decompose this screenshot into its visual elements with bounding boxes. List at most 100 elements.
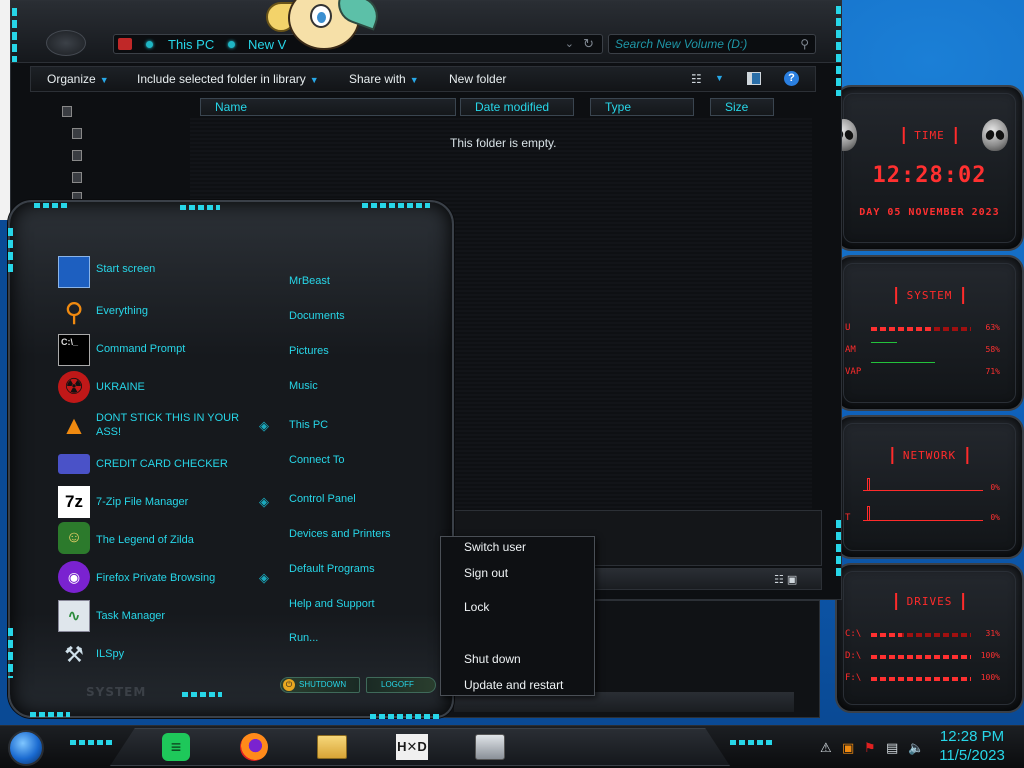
view-options-icon[interactable]: ☷ [691, 72, 702, 86]
logoff-button[interactable]: LOGOFF [366, 677, 436, 693]
zelda-icon: ☺ [58, 522, 90, 554]
start-accent-bottom-mid [182, 692, 222, 697]
submenu-arrow-icon[interactable]: ◈ [259, 571, 272, 584]
drive-label: D:\ [845, 651, 862, 661]
taskbar-accent-right [730, 740, 774, 745]
flag-icon[interactable]: ⚑ [864, 740, 876, 756]
vlc-cone-icon: ▲ [61, 409, 87, 440]
share-with-button[interactable]: Share with ▼ [349, 72, 419, 86]
taskbar-app-notes[interactable]: ≡ [158, 731, 194, 763]
nav-item[interactable] [72, 126, 182, 142]
app-tray-icon[interactable]: ▣ [842, 740, 854, 756]
drive-d-bar [871, 655, 971, 659]
shutdown-label: SHUTDOWN [299, 680, 347, 689]
start-item-vlc[interactable]: ▲ DONT STICK THIS IN YOUR ASS! [58, 409, 278, 443]
alien-right-icon [982, 119, 1008, 151]
taskbar-clock-date[interactable]: 11/5/2023 [936, 747, 1008, 764]
cmd-icon: C:\_ [58, 334, 90, 366]
menu-shut-down[interactable]: Shut down [441, 649, 594, 671]
start-item-everything[interactable]: ⚲ Everything [58, 296, 278, 330]
time-gadget[interactable]: TIME 12:28:02 DAY 05 NOVEMBER 2023 [835, 85, 1024, 251]
place-mrbeast[interactable]: MrBeast [289, 275, 330, 287]
start-accent-bottom-right [370, 714, 440, 719]
system-gadget[interactable]: SYSTEM U 63% AM 58% VAP 71% [835, 255, 1024, 411]
system-tray: ⚠ ▣ ⚑ ▤ 🔈 [820, 740, 930, 756]
help-icon[interactable]: ? [784, 71, 799, 86]
place-control-panel[interactable]: Control Panel [289, 493, 356, 505]
start-item-credit-card-checker[interactable]: CREDIT CARD CHECKER [58, 448, 278, 482]
column-type[interactable]: Type [590, 98, 694, 116]
column-size[interactable]: Size [710, 98, 774, 116]
network-icon[interactable]: ▤ [886, 740, 898, 756]
start-item-task-manager[interactable]: ∿ Task Manager [58, 600, 278, 634]
view-toggle-icons[interactable]: ☷ ▣ [774, 573, 797, 586]
system-row-label: U [845, 323, 851, 333]
preview-pane-icon[interactable] [747, 72, 761, 85]
system-row-label: VAP [845, 367, 862, 377]
column-name[interactable]: Name [200, 98, 456, 116]
include-library-button[interactable]: Include selected folder in library ▼ [137, 72, 319, 86]
nav-item[interactable] [72, 170, 182, 186]
place-this-pc[interactable]: This PC [289, 419, 328, 431]
menu-switch-user[interactable]: Switch user [441, 537, 594, 559]
start-item-firefox-private[interactable]: ◉ Firefox Private Browsing [58, 561, 278, 595]
start-item-label: UKRAINE [96, 381, 145, 393]
character-sticker [266, 0, 386, 54]
taskbar-app-installer[interactable] [472, 731, 508, 763]
refresh-icon[interactable]: ↻ [583, 36, 594, 52]
search-icon[interactable]: ⚲ [800, 37, 809, 51]
column-date-modified[interactable]: Date modified [460, 98, 574, 116]
menu-lock[interactable]: Lock [441, 597, 594, 619]
radiation-icon: ☢ [58, 371, 90, 403]
place-music[interactable]: Music [289, 380, 318, 392]
drives-gadget[interactable]: DRIVES C:\ 31% D:\ 100% F:\ 100% [835, 563, 1024, 713]
chevron-down-icon[interactable]: ⌄ [565, 37, 574, 50]
submenu-arrow-icon[interactable]: ◈ [259, 419, 272, 432]
organize-button[interactable]: Organize ▼ [47, 72, 109, 86]
power-icon: ⏻ [283, 679, 295, 691]
place-run[interactable]: Run... [289, 632, 318, 644]
navigation-pane[interactable] [40, 96, 186, 206]
frame-accent-right [836, 6, 841, 96]
start-button[interactable] [8, 730, 44, 766]
shutdown-button[interactable]: ⏻ SHUTDOWN [280, 677, 360, 693]
start-item-ilspy[interactable]: ⚒ ILSpy [58, 639, 278, 673]
system-row-label: AM [845, 345, 856, 355]
back-forward-button[interactable] [46, 30, 86, 56]
network-gadget[interactable]: NETWORK 0% T 0% [835, 415, 1024, 559]
taskbar-app-firefox[interactable] [236, 731, 272, 763]
place-connect-to[interactable]: Connect To [289, 454, 344, 466]
taskbar-clock-time[interactable]: 12:28 PM [936, 728, 1008, 745]
submenu-arrow-icon[interactable]: ◈ [259, 495, 272, 508]
start-item-start-screen[interactable]: Start screen [58, 256, 278, 290]
start-item-legend-of-zilda[interactable]: ☺ The Legend of Zilda [58, 522, 278, 556]
start-item-7zip[interactable]: 7z 7-Zip File Manager [58, 486, 278, 520]
nav-item[interactable] [62, 104, 172, 120]
place-pictures[interactable]: Pictures [289, 345, 329, 357]
volume-icon[interactable]: 🔈 [908, 740, 924, 756]
taskbar-app-file-explorer[interactable] [314, 731, 350, 763]
chevron-down-icon[interactable]: ▼ [715, 73, 724, 83]
place-documents[interactable]: Documents [289, 310, 345, 322]
place-devices-printers[interactable]: Devices and Printers [289, 528, 391, 540]
nav-item[interactable] [72, 148, 182, 164]
new-folder-button[interactable]: New folder [449, 72, 506, 86]
place-default-programs[interactable]: Default Programs [289, 563, 375, 575]
start-item-ukraine[interactable]: ☢ UKRAINE [58, 371, 278, 405]
menu-sign-out[interactable]: Sign out [441, 563, 594, 585]
taskbar-accent-left [70, 740, 114, 745]
system-row-cpu: U 63% [837, 323, 1022, 335]
cpu-bar-fill [871, 327, 934, 331]
warning-icon[interactable]: ⚠ [820, 740, 832, 756]
task-manager-icon: ∿ [58, 600, 90, 632]
search-input[interactable]: Search New Volume (D:) ⚲ [608, 34, 816, 54]
place-help-support[interactable]: Help and Support [289, 598, 375, 610]
system-row-ram: AM 58% [837, 345, 1022, 357]
breadcrumb-this-pc[interactable]: This PC [168, 37, 214, 52]
magnifier-icon: ⚲ [64, 296, 84, 327]
start-item-command-prompt[interactable]: C:\_ Command Prompt [58, 334, 278, 368]
taskbar-app-hxd[interactable]: H✕D [394, 731, 430, 763]
folder-location-icon [118, 38, 132, 50]
menu-update-restart[interactable]: Update and restart [441, 675, 594, 697]
nav-icon [72, 150, 82, 161]
